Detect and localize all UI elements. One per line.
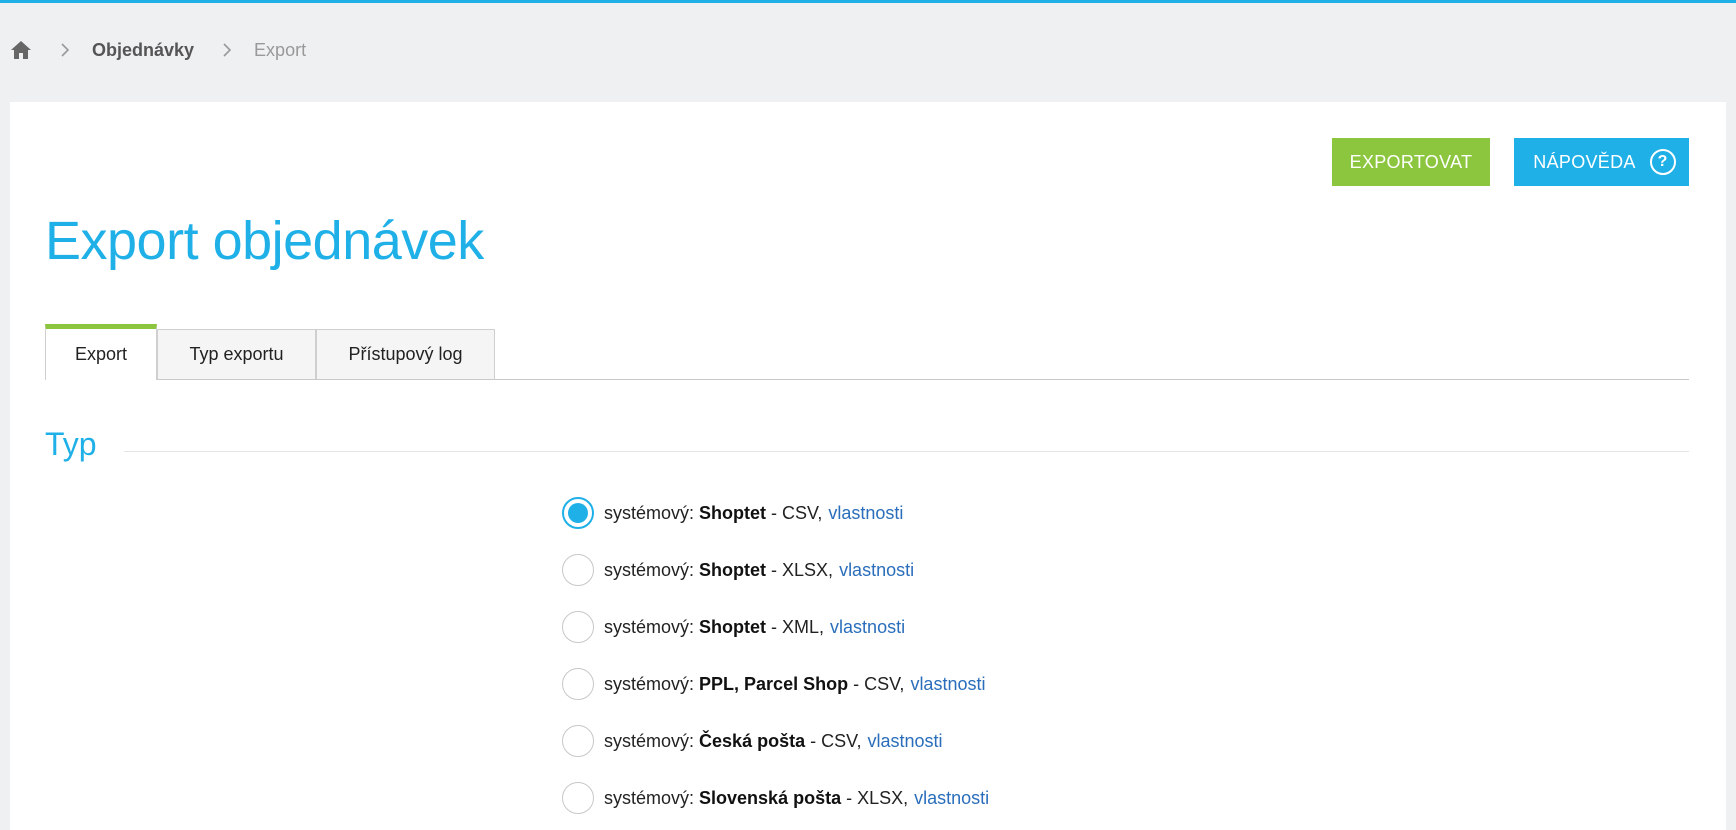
option-format: - CSV, (771, 502, 823, 523)
properties-link[interactable]: vlastnosti (830, 617, 905, 638)
tab-label: Export (74, 344, 128, 364)
section-title-type: Typ (45, 426, 97, 462)
option-prefix: systémový: (604, 616, 695, 637)
option-prefix: systémový: (604, 502, 695, 523)
option-format: - CSV, (853, 673, 905, 694)
option-format: - XLSX, (846, 787, 909, 808)
export-option-slovenska-posta-xlsx[interactable]: systémový: Slovenská pošta - XLSX, vlast… (562, 781, 989, 815)
content-card: EXPORTOVAT NÁPOVĚDA ? Export objednávek … (10, 102, 1726, 830)
option-format: - XLSX, (771, 559, 834, 580)
breadcrumb-item-export: Export (254, 39, 307, 60)
chevron-right-icon (222, 43, 232, 57)
page-title: Export objednávek (45, 211, 484, 271)
tab-export-type[interactable]: Typ exportu (157, 329, 316, 379)
option-prefix: systémový: (604, 673, 695, 694)
radio-dot (568, 503, 588, 523)
option-format: - XML, (771, 616, 825, 637)
help-button[interactable]: NÁPOVĚDA ? (1514, 138, 1689, 186)
radio-button[interactable] (562, 554, 594, 586)
option-format: - CSV, (810, 730, 862, 751)
properties-link[interactable]: vlastnosti (914, 788, 989, 809)
radio-button[interactable] (562, 725, 594, 757)
tab-access-log[interactable]: Přístupový log (316, 329, 495, 379)
option-name: Shoptet (699, 502, 767, 523)
breadcrumb: Objednávky Export (10, 38, 306, 62)
properties-link[interactable]: vlastnosti (828, 503, 903, 524)
export-button[interactable]: EXPORTOVAT (1332, 138, 1490, 186)
section-divider (124, 451, 1689, 452)
export-option-ppl-csv[interactable]: systémový: PPL, Parcel Shop - CSV, vlast… (562, 667, 985, 701)
export-option-shoptet-xml[interactable]: systémový: Shoptet - XML, vlastnosti (562, 610, 905, 644)
properties-link[interactable]: vlastnosti (910, 674, 985, 695)
export-option-shoptet-csv[interactable]: systémový: Shoptet - CSV, vlastnosti (562, 496, 903, 530)
top-accent-line (0, 0, 1736, 3)
option-prefix: systémový: (604, 730, 695, 751)
export-button-label: EXPORTOVAT (1349, 151, 1473, 172)
radio-button[interactable] (562, 782, 594, 814)
tabs-divider (45, 379, 1689, 380)
properties-link[interactable]: vlastnosti (867, 731, 942, 752)
radio-button[interactable] (562, 497, 594, 529)
properties-link[interactable]: vlastnosti (839, 560, 914, 581)
option-name: Česká pošta (699, 730, 806, 751)
breadcrumb-item-orders[interactable]: Objednávky (92, 40, 194, 61)
option-prefix: systémový: (604, 787, 695, 808)
option-name: Slovenská pošta (699, 787, 842, 808)
tab-export[interactable]: Export (45, 324, 157, 380)
radio-button[interactable] (562, 611, 594, 643)
option-name: Shoptet (699, 559, 767, 580)
option-name: PPL, Parcel Shop (699, 673, 849, 694)
home-icon[interactable] (10, 39, 32, 61)
export-option-ceska-posta-csv[interactable]: systémový: Česká pošta - CSV, vlastnosti (562, 724, 943, 758)
export-option-shoptet-xlsx[interactable]: systémový: Shoptet - XLSX, vlastnosti (562, 553, 914, 587)
option-name: Shoptet (699, 616, 767, 637)
option-prefix: systémový: (604, 559, 695, 580)
radio-button[interactable] (562, 668, 594, 700)
help-button-label: NÁPOVĚDA (1533, 151, 1636, 172)
question-circle-icon: ? (1649, 149, 1676, 175)
chevron-right-icon (60, 43, 70, 57)
tab-label: Přístupový log (348, 344, 463, 364)
tab-label: Typ exportu (189, 344, 284, 364)
